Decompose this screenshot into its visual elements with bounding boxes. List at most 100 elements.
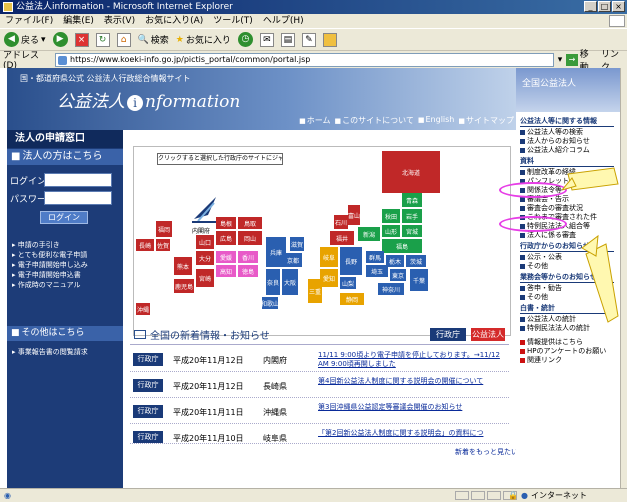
right-menu-item[interactable]: 公益法人紹介コラム — [520, 145, 590, 155]
link-manual[interactable]: 作成時のマニュアル — [12, 280, 88, 290]
maximize-button[interactable]: □ — [598, 1, 611, 12]
prefecture-6[interactable]: 石川 — [334, 215, 348, 229]
prefecture-41[interactable]: 長崎 — [136, 239, 154, 251]
prefecture-36[interactable]: 愛媛 — [216, 251, 236, 263]
prefecture-16[interactable]: 東京 — [390, 269, 406, 281]
prefecture-1[interactable]: 青森 — [402, 193, 422, 207]
prefecture-43[interactable]: 熊本 — [174, 257, 192, 275]
prefecture-37[interactable]: 徳島 — [238, 265, 258, 277]
more-news-link[interactable]: 新着をもっと見たい — [455, 447, 518, 457]
address-input[interactable]: https://www.koeki-info.go.jp/pictis_port… — [55, 52, 554, 67]
password-input[interactable] — [44, 191, 112, 205]
application-links: 申請の手引き とても便利な電子申請 電子申請開始申し込み 電子申請開始申込書 作… — [12, 240, 88, 290]
prefecture-23[interactable]: 三重 — [308, 279, 322, 303]
prefecture-39[interactable]: 福岡 — [156, 221, 172, 237]
nav-sitemap[interactable]: サイトマップ — [458, 115, 514, 126]
menu-edit[interactable]: 編集(E) — [58, 14, 99, 28]
refresh-button[interactable]: ↻ — [94, 31, 112, 49]
prefecture-8[interactable]: 福島 — [382, 239, 422, 253]
filter-government-button[interactable]: 行政庁 — [430, 328, 466, 341]
news-link[interactable]: 11/11 9:00頃より電子申請を停止しております。→11/12 AM 9:0… — [318, 351, 508, 369]
other-section-heading[interactable]: その他はこちら — [7, 326, 123, 341]
prefecture-3[interactable]: 岩手 — [402, 209, 422, 223]
prefecture-44[interactable]: 宮崎 — [196, 269, 214, 287]
prefecture-38[interactable]: 高知 — [216, 265, 236, 277]
nav-home[interactable]: ホーム — [299, 115, 331, 126]
prefecture-35[interactable]: 香川 — [238, 251, 258, 263]
menu-favorites[interactable]: お気に入り(A) — [140, 14, 208, 28]
prefecture-5[interactable]: 宮城 — [402, 225, 422, 237]
prefecture-22[interactable]: 愛知 — [320, 269, 338, 287]
close-button[interactable]: × — [612, 1, 625, 12]
login-button[interactable]: ログイン — [40, 211, 88, 224]
prefecture-25[interactable]: 京都 — [284, 253, 302, 267]
menu-file[interactable]: ファイル(F) — [0, 14, 58, 28]
prefecture-31[interactable]: 島根 — [216, 217, 236, 229]
prefecture-46[interactable]: 沖縄 — [136, 303, 150, 315]
prefecture-13[interactable]: 栃木 — [386, 255, 404, 267]
folder-button[interactable] — [321, 31, 339, 49]
right-banner[interactable]: 全国公益法人 — [516, 68, 620, 112]
prefecture-14[interactable]: 茨城 — [406, 255, 426, 267]
corporate-section-heading[interactable]: 法人の方はこちら — [7, 149, 123, 165]
edit-button[interactable]: ✎ — [300, 31, 318, 49]
menu-help[interactable]: ヘルプ(H) — [258, 14, 309, 28]
right-menu-item[interactable]: 関連リンク — [520, 355, 562, 365]
address-dropdown-icon[interactable]: ▾ — [558, 55, 563, 65]
print-button[interactable]: ▤ — [279, 31, 297, 49]
login-id-input[interactable] — [44, 173, 112, 187]
prefecture-26[interactable]: 大阪 — [282, 269, 298, 295]
mail-button[interactable]: ✉ — [258, 31, 276, 49]
link-application-guide[interactable]: 申請の手引き — [12, 240, 88, 250]
minimize-button[interactable]: _ — [584, 1, 597, 12]
prefecture-9[interactable]: 富山 — [348, 205, 360, 225]
prefecture-17[interactable]: 千葉 — [410, 269, 428, 291]
prefecture-4[interactable]: 山形 — [382, 225, 400, 237]
prefecture-20[interactable]: 岐阜 — [320, 247, 338, 267]
site-logo[interactable]: 公益法人 i nformation — [57, 87, 240, 112]
prefecture-21[interactable]: 静岡 — [340, 293, 364, 305]
prefecture-24[interactable]: 滋賀 — [290, 237, 304, 251]
right-menu-item[interactable]: その他 — [520, 292, 548, 302]
prefecture-10[interactable]: 福井 — [330, 231, 354, 245]
prefecture-45[interactable]: 鹿児島 — [174, 279, 194, 293]
prefecture-15[interactable]: 埼玉 — [366, 265, 388, 277]
vertical-scrollbar[interactable] — [620, 68, 627, 488]
home-button[interactable]: ⌂ — [115, 31, 133, 49]
prefecture-42[interactable]: 大分 — [196, 251, 214, 265]
news-link[interactable]: 第4回新公益法人制度に関する説明会の開催について — [318, 377, 508, 386]
news-link[interactable]: 「第2回新公益法人制度に関する説明会」の資料につ — [318, 429, 508, 438]
prefecture-34[interactable]: 山口 — [196, 235, 214, 249]
filter-corporation-button[interactable]: 公益法人 — [471, 328, 505, 341]
prefecture-40[interactable]: 佐賀 — [156, 239, 170, 251]
prefecture-30[interactable]: 鳥取 — [238, 217, 262, 229]
menu-tools[interactable]: ツール(T) — [208, 14, 258, 28]
stop-button[interactable]: × — [73, 31, 91, 49]
news-link[interactable]: 第3回沖縄県公益認定等審議会開催のお知らせ — [318, 403, 508, 412]
prefecture-0[interactable]: 北海道 — [382, 151, 440, 193]
prefecture-28[interactable]: 奈良 — [266, 269, 280, 295]
back-button[interactable]: ◀ 戻る ▾ — [2, 31, 48, 49]
favorites-button[interactable]: ★ お気に入り — [174, 31, 233, 49]
prefecture-29[interactable]: 和歌山 — [262, 297, 278, 309]
search-button[interactable]: 🔍 検索 — [136, 31, 171, 49]
history-button[interactable]: ◷ — [236, 31, 255, 49]
prefecture-2[interactable]: 秋田 — [382, 209, 400, 223]
link-report-inspection[interactable]: 事業報告書の閲覧請求 — [12, 347, 88, 357]
link-start-application[interactable]: 電子申請開始申し込み — [12, 260, 88, 270]
prefecture-19[interactable]: 山梨 — [340, 277, 356, 289]
nav-about[interactable]: このサイトについて — [334, 115, 414, 126]
prefecture-27[interactable]: 兵庫 — [266, 237, 286, 267]
forward-button[interactable]: ▶ — [51, 31, 70, 49]
prefecture-7[interactable]: 新潟 — [358, 227, 380, 241]
prefecture-11[interactable]: 長野 — [340, 247, 362, 275]
prefecture-32[interactable]: 岡山 — [238, 231, 262, 245]
prefecture-18[interactable]: 神奈川 — [378, 283, 404, 295]
prefecture-12[interactable]: 群馬 — [366, 251, 384, 263]
right-menu-item[interactable]: その他 — [520, 261, 548, 271]
link-e-application[interactable]: とても便利な電子申請 — [12, 250, 88, 260]
menu-view[interactable]: 表示(V) — [99, 14, 140, 28]
link-application-form[interactable]: 電子申請開始申込書 — [12, 270, 88, 280]
nav-english[interactable]: English — [418, 115, 454, 126]
prefecture-33[interactable]: 広島 — [216, 231, 236, 245]
